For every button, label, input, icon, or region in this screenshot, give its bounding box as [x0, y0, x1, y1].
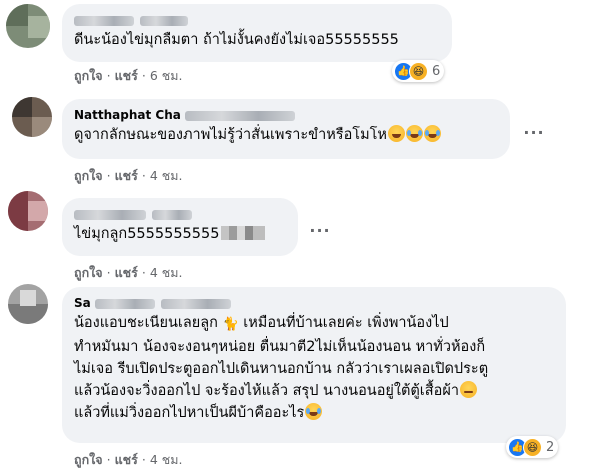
- avatar[interactable]: [12, 97, 52, 137]
- avatar[interactable]: [8, 191, 48, 231]
- comment-author[interactable]: [74, 12, 440, 29]
- reaction-summary[interactable]: 👍 😆 2: [506, 436, 559, 458]
- comment-text: น้องแอบชะเนียนเลยลูก 🐈 เหมือนที่บ้านเลยค…: [74, 315, 489, 421]
- comment-text: ดีนะน้องไข่มุกลืมตา ถ้าไม่งั้นคงยังไม่เจ…: [74, 32, 399, 48]
- comment-author[interactable]: Natthaphat Cha: [74, 107, 498, 124]
- more-options-icon[interactable]: ···: [308, 218, 332, 242]
- comment-bubble: ดีนะน้องไข่มุกลืมตา ถ้าไม่งั้นคงยังไม่เจ…: [62, 4, 452, 62]
- avatar[interactable]: [8, 284, 48, 324]
- comment-text: ไข่มุกลูก5555555555: [74, 223, 286, 245]
- share-link[interactable]: แชร์: [115, 168, 138, 183]
- comment-time[interactable]: 4 ชม.: [150, 452, 183, 467]
- comment-text: ดูจากลักษณะของภาพไม่รู้ว่าสั่นเพราะขำหรื…: [74, 124, 498, 146]
- comment-actions: ถูกใจ · แชร์ · 4 ชม.: [74, 452, 183, 467]
- comment-actions: ถูกใจ · แชร์ · 6 ชม.: [74, 68, 183, 83]
- comment-author[interactable]: Sa: [74, 295, 554, 312]
- comment-time[interactable]: 4 ชม.: [150, 168, 183, 183]
- rofl-emoji-icon: [305, 403, 323, 420]
- reaction-count: 2: [546, 439, 555, 455]
- haha-icon: 😆: [409, 61, 428, 81]
- share-link[interactable]: แชร์: [115, 265, 138, 280]
- joy-emoji-icon: [405, 125, 423, 142]
- smiling-emoji-icon: [459, 381, 477, 398]
- more-options-icon[interactable]: ···: [522, 120, 546, 144]
- comment-time[interactable]: 4 ชม.: [150, 265, 183, 280]
- like-link[interactable]: ถูกใจ: [74, 265, 103, 280]
- share-link[interactable]: แชร์: [115, 452, 138, 467]
- reaction-summary[interactable]: 👍 😆 6: [392, 60, 445, 82]
- comment-bubble: ไข่มุกลูก5555555555: [62, 198, 298, 256]
- reaction-count: 6: [432, 63, 441, 79]
- sticker-image: [221, 226, 266, 240]
- joy-emoji-icon: [423, 125, 441, 142]
- like-link[interactable]: ถูกใจ: [74, 168, 103, 183]
- comment-bubble: Sa น้องแอบชะเนียนเลยลูก 🐈 เหมือนที่บ้านเ…: [62, 287, 566, 443]
- comment-bubble: Natthaphat Cha ดูจากลักษณะของภาพไม่รู้ว่…: [62, 99, 510, 159]
- cat-icon: 🐈: [222, 317, 239, 332]
- comment-time[interactable]: 6 ชม.: [150, 68, 183, 83]
- like-link[interactable]: ถูกใจ: [74, 68, 103, 83]
- share-link[interactable]: แชร์: [115, 68, 138, 83]
- comment-actions: ถูกใจ · แชร์ · 4 ชม.: [74, 265, 183, 280]
- comment-actions: ถูกใจ · แชร์ · 4 ชม.: [74, 168, 183, 183]
- laughing-emoji-icon: [387, 125, 405, 142]
- haha-icon: 😆: [523, 437, 542, 457]
- comment-author[interactable]: [74, 206, 286, 223]
- like-link[interactable]: ถูกใจ: [74, 452, 103, 467]
- avatar[interactable]: [6, 4, 50, 48]
